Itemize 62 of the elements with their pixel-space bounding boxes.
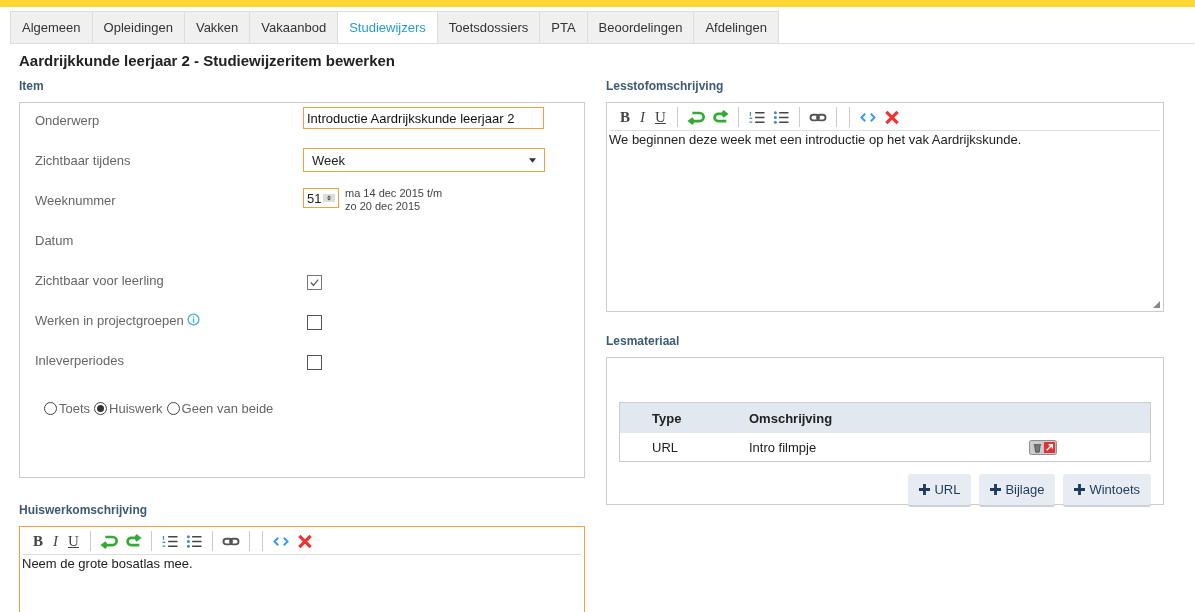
format-button[interactable]: B [618, 108, 632, 126]
format-button[interactable]: B [31, 532, 45, 550]
table-cell: URL [652, 433, 749, 462]
bullet-list-icon[interactable] [184, 533, 203, 549]
add-button[interactable]: Bijlage [979, 474, 1056, 507]
format-button[interactable]: U [66, 532, 81, 550]
editor-text: Neem de grote bosatlas mee. [21, 555, 194, 572]
column-header: Type [652, 402, 749, 433]
plus-icon [1074, 484, 1086, 495]
section-heading: Huiswerkomschrijving [19, 503, 149, 517]
tab[interactable]: Vakaanbod [249, 11, 339, 43]
spinner-icon[interactable] [323, 194, 336, 202]
redo-icon[interactable] [123, 533, 142, 549]
plus-icon [990, 484, 1002, 495]
numbered-list-icon[interactable] [747, 109, 766, 125]
lesson-editor[interactable]: B I U We beginnen deze week met een introductie op het vak Aardrijkskunde. [606, 102, 1164, 312]
field-label: Inleverperiodes [35, 353, 124, 368]
section-heading: Lesmateriaal [606, 334, 681, 348]
homework-editor[interactable]: B I U Neem de grote bosatlas mee. [19, 526, 585, 612]
checkbox[interactable] [307, 315, 322, 330]
tab[interactable]: PTA [539, 11, 588, 43]
tab[interactable]: Toetsdossiers [436, 11, 541, 43]
undo-icon[interactable] [99, 533, 118, 549]
bullet-list-icon[interactable] [771, 109, 790, 125]
resize-handle-icon[interactable] [1153, 301, 1160, 308]
checkbox[interactable] [307, 275, 322, 290]
radio-option[interactable]: Huiswerk [94, 401, 163, 416]
undo-icon[interactable] [686, 109, 705, 125]
field-label: Datum [35, 233, 74, 248]
section-heading: Item [19, 79, 45, 93]
numbered-list-icon[interactable] [160, 533, 179, 549]
field-label: Onderwerp [35, 113, 100, 128]
field-label: Werken in projectgroepen [35, 313, 184, 328]
tab[interactable]: Vakken [183, 11, 251, 43]
checkbox[interactable] [307, 355, 322, 370]
subject-field[interactable]: Introductie Aardrijkskunde leerjaar 2 [303, 107, 544, 129]
visibility-dropdown[interactable]: Week [303, 148, 545, 172]
tab[interactable]: Beoordelingen [586, 11, 695, 43]
tab[interactable]: Opleidingen [91, 11, 185, 43]
page-title: Aardrijkkunde leerjaar 2 - Studiewijzeritem bewerken [19, 52, 396, 69]
week-range-text: ma 14 dec 2015 t/m zo 20 dec 2015 [345, 187, 443, 213]
table-cell: Intro filmpje [749, 433, 1029, 462]
format-button[interactable]: I [51, 532, 60, 550]
editor-text: We beginnen deze week met een introductie op het vak Aardrijkskunde. [608, 131, 1023, 148]
delete-open-icon[interactable] [1029, 439, 1057, 455]
radio-option[interactable]: Geen van beide [166, 401, 274, 416]
field-label: Zichtbaar tijdens [35, 153, 131, 168]
radio-option[interactable]: Toets [44, 401, 91, 416]
format-button[interactable]: U [653, 108, 668, 126]
week-number-field[interactable]: 51 [303, 188, 339, 208]
add-button[interactable]: Wintoets [1063, 474, 1151, 507]
field-label: Weeknummer [35, 193, 116, 208]
caret-icon [529, 157, 536, 163]
tab[interactable]: Afdelingen [693, 11, 779, 43]
column-header: Omschrijving [749, 402, 1029, 433]
redo-icon[interactable] [710, 109, 729, 125]
plus-icon [919, 484, 931, 495]
format-button[interactable]: I [638, 108, 647, 126]
tab[interactable]: Algemeen [10, 11, 93, 43]
field-label: Zichtbaar voor leerling [35, 273, 164, 288]
add-button[interactable]: URL [908, 474, 972, 507]
section-heading: Lesstofomschrijving [606, 79, 725, 93]
